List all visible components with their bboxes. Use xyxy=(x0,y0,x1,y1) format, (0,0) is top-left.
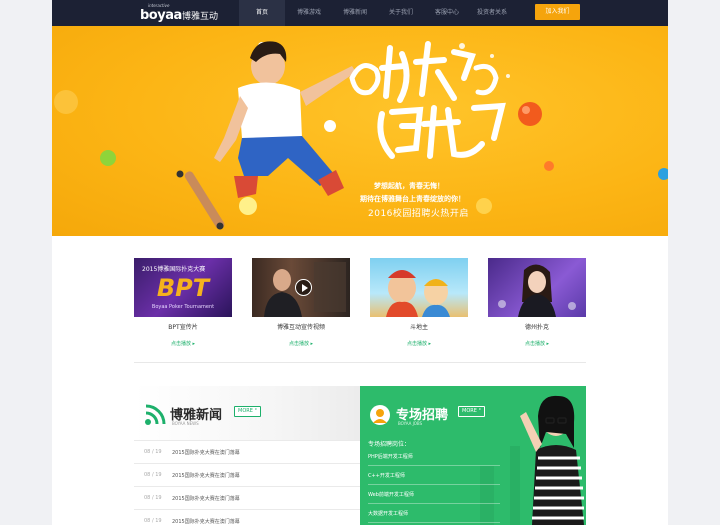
join-us-button[interactable]: 加入我们 xyxy=(535,4,580,20)
news-row[interactable]: 08 / 19 2015国际扑克大赛在澳门落幕 xyxy=(134,440,360,463)
video-thumbnail[interactable]: 2015博雅国际扑克大赛 BPT Boyaa Poker Tournament xyxy=(134,258,232,317)
play-icon[interactable] xyxy=(295,279,312,296)
logo-wordmark: boyaa xyxy=(140,8,182,23)
job-item[interactable]: PHP后端开发工程师 xyxy=(368,448,500,466)
play-link[interactable]: 点击播放 ▸ xyxy=(488,340,586,347)
jobs-subtitle: BOYAA JOBS xyxy=(398,421,423,426)
video-title[interactable]: 博雅互动宣传视频 xyxy=(252,322,350,331)
video-card-bpt[interactable]: 2015博雅国际扑克大赛 BPT Boyaa Poker Tournament … xyxy=(134,258,232,347)
news-date: 08 / 19 xyxy=(144,495,162,501)
jobs-list-heading: 专场招聘岗位： xyxy=(368,441,411,448)
news-row[interactable]: 08 / 19 2015国际扑克大赛在澳门落幕 xyxy=(134,486,360,509)
video-title[interactable]: 斗地主 xyxy=(370,322,468,331)
banner-title-art xyxy=(349,41,506,159)
news-date: 08 / 19 xyxy=(144,518,162,524)
news-date: 08 / 19 xyxy=(144,449,162,455)
job-item[interactable]: Web前端开发工程师 xyxy=(368,486,500,504)
thumb-bpt-logo: BPT xyxy=(156,274,210,302)
banner-recruit-headline: 2016校园招聘火热开启 xyxy=(368,209,469,219)
video-thumbnail[interactable] xyxy=(252,258,350,317)
banner-slogan: 梦想起航，青春无悔！ xyxy=(374,182,444,190)
video-thumbnail[interactable] xyxy=(370,258,468,317)
jobs-more-button[interactable]: MORE ° xyxy=(458,406,485,417)
rss-icon xyxy=(145,404,166,425)
job-item[interactable]: 大数据开发工程师 xyxy=(368,505,500,523)
news-date: 08 / 19 xyxy=(144,472,162,478)
video-title[interactable]: BPT宣传片 xyxy=(134,322,232,331)
news-row[interactable]: 08 / 19 2015国际扑克大赛在澳门落幕 xyxy=(134,509,360,525)
play-link[interactable]: 点击播放 ▸ xyxy=(134,340,232,347)
video-card-promo[interactable]: 博雅互动宣传视频 点击播放 ▸ xyxy=(252,258,350,347)
person-icon xyxy=(370,405,390,425)
hero-banner[interactable]: 梦想起航，青春无悔！ 期待在博雅舞台上青春绽放的你！ 2016校园招聘火热开启 xyxy=(52,26,668,236)
jobs-panel: 专场招聘 BOYAA JOBS MORE ° 专场招聘岗位： PHP后端开发工程… xyxy=(360,386,586,525)
news-more-button[interactable]: MORE ° xyxy=(234,406,261,417)
video-section: 2015博雅国际扑克大赛 BPT Boyaa Poker Tournament … xyxy=(52,236,668,366)
video-card-doudizhu[interactable]: 斗地主 点击播放 ▸ xyxy=(370,258,468,347)
news-headline[interactable]: 2015国际扑克大赛在澳门落幕 xyxy=(172,449,240,456)
nav-home[interactable]: 首页 xyxy=(239,0,285,26)
news-headline[interactable]: 2015国际扑克大赛在澳门落幕 xyxy=(172,518,240,525)
video-card-texas[interactable]: 德州扑克 点击播放 ▸ xyxy=(488,258,586,347)
video-thumbnail[interactable] xyxy=(488,258,586,317)
news-headline[interactable]: 2015国际扑克大赛在澳门落幕 xyxy=(172,495,240,502)
thumb-bpt-subtitle: Boyaa Poker Tournament xyxy=(151,304,215,310)
thumb-event-title: 2015博雅国际扑克大赛 xyxy=(142,266,206,273)
play-link[interactable]: 点击播放 ▸ xyxy=(252,340,350,347)
nav-investors[interactable]: 投资者关系 xyxy=(468,0,516,26)
news-panel: 博雅新闻 BOYAA NEWS MORE ° 08 / 19 2015国际扑克大… xyxy=(134,386,360,525)
page: interactive boyaa 博雅互动 首页 博雅游戏 博雅新闻 关于我们… xyxy=(52,0,668,525)
news-row[interactable]: 08 / 19 2015国际扑克大赛在澳门落幕 xyxy=(134,463,360,486)
news-subtitle: BOYAA NEWS xyxy=(172,421,199,426)
logo-chinese-name: 博雅互动 xyxy=(182,12,219,22)
nav-about[interactable]: 关于我们 xyxy=(378,0,424,26)
section-divider xyxy=(134,362,586,363)
top-nav: interactive boyaa 博雅互动 首页 博雅游戏 博雅新闻 关于我们… xyxy=(52,0,668,26)
news-headline[interactable]: 2015国际扑克大赛在澳门落幕 xyxy=(172,472,240,479)
job-item[interactable]: C++开发工程师 xyxy=(368,467,500,485)
video-title[interactable]: 德州扑克 xyxy=(488,322,586,331)
nav-games[interactable]: 博雅游戏 xyxy=(286,0,332,26)
doudizhu-characters xyxy=(386,270,450,317)
nav-service[interactable]: 客服中心 xyxy=(424,0,470,26)
nav-news[interactable]: 博雅新闻 xyxy=(332,0,378,26)
play-link[interactable]: 点击播放 ▸ xyxy=(370,340,468,347)
boyaa-logo[interactable]: interactive boyaa 博雅互动 xyxy=(140,2,240,24)
banner-subtitle: 期待在博雅舞台上青春绽放的你！ xyxy=(360,195,465,203)
texas-dealer xyxy=(498,264,576,317)
